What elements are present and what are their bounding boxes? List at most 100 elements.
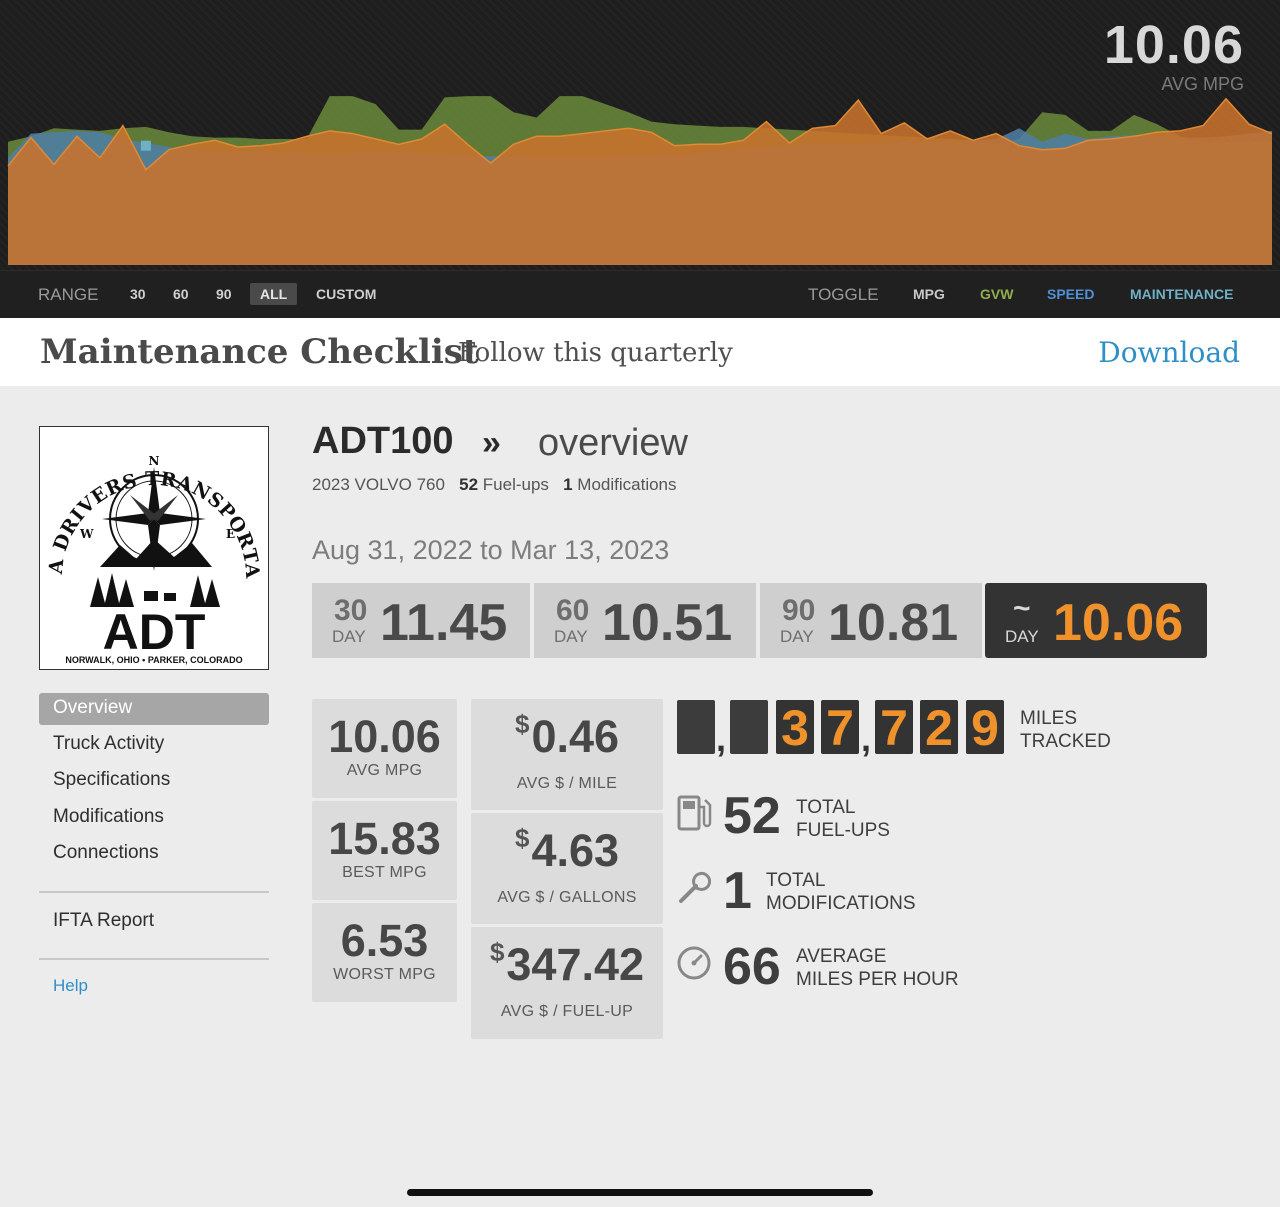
- adt-logo-graphic: ALPHA DRIVERS TRANSPORTATION N W E ADT N…: [31, 410, 263, 665]
- avg-mph-line1: AVERAGE: [796, 946, 887, 967]
- mpg-area-chart: [7, 96, 1273, 265]
- sidebar-divider: [39, 958, 269, 960]
- stat-label: AVG MPG: [346, 762, 423, 779]
- mods-count: 1: [563, 475, 573, 494]
- cost-value: 347.42: [506, 939, 645, 990]
- avg-mph-label: AVERAGE MILES PER HOUR: [796, 945, 959, 991]
- sidebar-item-label: Overview: [53, 697, 133, 718]
- stat-value: 15.83: [328, 813, 441, 864]
- day-stat-60: 60 DAY 10.51: [534, 583, 756, 658]
- compass-w-letter: W: [79, 527, 94, 541]
- help-link[interactable]: Help: [53, 976, 88, 996]
- stat-avg-cost-gallon: $4.63 AVG $ / GALLONS: [471, 813, 663, 924]
- stat-value: $347.42: [471, 937, 663, 991]
- compass-n-letter: N: [149, 454, 160, 468]
- sidebar-item-ifta-report[interactable]: IFTA Report: [53, 910, 154, 932]
- stat-value: $0.46: [471, 709, 663, 763]
- sidebar-item-truck-activity[interactable]: Truck Activity: [53, 733, 164, 755]
- avg-mpg-label: AVG MPG: [1161, 74, 1244, 94]
- day-stat-word: DAY: [1005, 627, 1039, 646]
- day-stat-num: 30: [334, 594, 368, 627]
- wrench-icon: [676, 870, 712, 911]
- avg-mph-line2: MILES PER HOUR: [796, 969, 959, 990]
- stat-avg-cost-mile: $0.46 AVG $ / MILE: [471, 699, 663, 810]
- day-stat-all: ~ DAY 10.06: [985, 583, 1207, 658]
- fuelups-count: 52: [459, 475, 479, 494]
- view-name: overview: [538, 422, 688, 464]
- tree-graphic: [104, 573, 120, 607]
- total-mods-value: 1: [723, 862, 752, 920]
- day-stat-90: 90 DAY 10.81: [760, 583, 982, 658]
- miles-tracked-line2: TRACKED: [1020, 731, 1111, 752]
- toggle-mpg-button[interactable]: MPG: [913, 286, 945, 302]
- odometer-digit: 9: [966, 700, 1004, 756]
- maintenance-marker: [140, 140, 151, 151]
- home-indicator: [407, 1189, 873, 1196]
- range-30-button[interactable]: 30: [130, 286, 146, 302]
- page-subtitle: Follow this quarterly: [458, 338, 733, 368]
- mpg-chart-panel: 10.06 AVG MPG RANGE 30 60 90 ALL CUSTOM …: [0, 0, 1280, 319]
- sidebar-divider: [39, 891, 269, 893]
- stat-label: BEST MPG: [342, 864, 427, 881]
- stat-label: AVG $ / MILE: [516, 775, 618, 792]
- odometer-digit: 3: [776, 700, 814, 756]
- range-custom-button[interactable]: CUSTOM: [316, 286, 376, 302]
- toggle-speed-button[interactable]: SPEED: [1047, 286, 1094, 302]
- day-stat-value: 10.81: [828, 594, 959, 652]
- total-fuelups-line2: FUEL-UPS: [796, 820, 890, 841]
- sidebar-item-specifications[interactable]: Specifications: [53, 769, 170, 791]
- total-mods-line2: MODIFICATIONS: [766, 893, 916, 914]
- day-stat-value: 10.06: [1053, 594, 1184, 652]
- currency-symbol: $: [514, 709, 530, 739]
- currency-symbol: $: [489, 937, 505, 967]
- sidebar-item-modifications[interactable]: Modifications: [53, 806, 164, 828]
- total-fuelups-label: TOTAL FUEL-UPS: [796, 796, 890, 842]
- cost-value: 4.63: [531, 825, 620, 876]
- fuel-pump-icon: [676, 793, 712, 838]
- download-link[interactable]: Download: [1098, 336, 1240, 369]
- mods-label: Modifications: [577, 475, 677, 494]
- range-90-button[interactable]: 90: [216, 286, 232, 302]
- fuelups-label: Fuel-ups: [482, 475, 549, 494]
- truck-meta: 2023 VOLVO 760 52 Fuel-ups 1 Modificatio…: [312, 475, 677, 495]
- sidebar-item-connections[interactable]: Connections: [53, 842, 159, 864]
- tree-graphic: [90, 577, 106, 607]
- stat-value: $4.63: [471, 823, 663, 877]
- toggle-maintenance-button[interactable]: MAINTENANCE: [1130, 286, 1233, 302]
- toggle-gvw-button[interactable]: GVW: [980, 286, 1013, 302]
- cost-value: 0.46: [531, 711, 620, 762]
- currency-symbol: $: [514, 823, 530, 853]
- tree-graphic: [190, 575, 206, 607]
- range-toolbar: RANGE 30 60 90 ALL CUSTOM TOGGLE MPG GVW…: [0, 270, 1280, 319]
- sidebar-item-overview[interactable]: Overview: [39, 693, 269, 725]
- title-strip: Maintenance Checklist Follow this quarte…: [0, 318, 1280, 386]
- day-stat-num: 60: [556, 594, 590, 627]
- compass-e-letter: E: [226, 527, 235, 541]
- day-stat-value: 11.45: [380, 594, 508, 652]
- tree-graphic: [204, 579, 220, 607]
- deer-graphic: [164, 593, 176, 601]
- day-stat-num: ~: [1013, 592, 1031, 625]
- truck-id: ADT100: [312, 420, 454, 462]
- odometer-blank-digit: [677, 700, 715, 754]
- odometer-blank-digit: [730, 700, 768, 754]
- range-60-button[interactable]: 60: [173, 286, 189, 302]
- truck-model: 2023 VOLVO 760: [312, 475, 445, 494]
- company-logo: ALPHA DRIVERS TRANSPORTATION N W E ADT N…: [31, 410, 269, 670]
- odometer-comma: ,: [861, 718, 872, 759]
- odometer-digit: 7: [875, 700, 913, 756]
- page-title: Maintenance Checklist: [40, 332, 479, 372]
- day-stat-word: DAY: [554, 627, 588, 646]
- day-stat-30: 30 DAY 11.45: [312, 583, 530, 658]
- total-mods-label: TOTAL MODIFICATIONS: [766, 869, 916, 915]
- breadcrumb-arrow-icon: »: [482, 424, 501, 462]
- odometer-digit: 7: [821, 700, 859, 756]
- range-all-button[interactable]: ALL: [250, 283, 298, 305]
- range-label: RANGE: [38, 285, 99, 304]
- logo-monogram: ADT: [103, 604, 206, 660]
- odometer-digit: 2: [920, 700, 958, 756]
- avg-mpg-value: 10.06: [1103, 15, 1244, 75]
- stat-best-mpg: 15.83 BEST MPG: [312, 801, 457, 900]
- deer-graphic: [144, 591, 158, 601]
- stat-value: 10.06: [328, 711, 441, 762]
